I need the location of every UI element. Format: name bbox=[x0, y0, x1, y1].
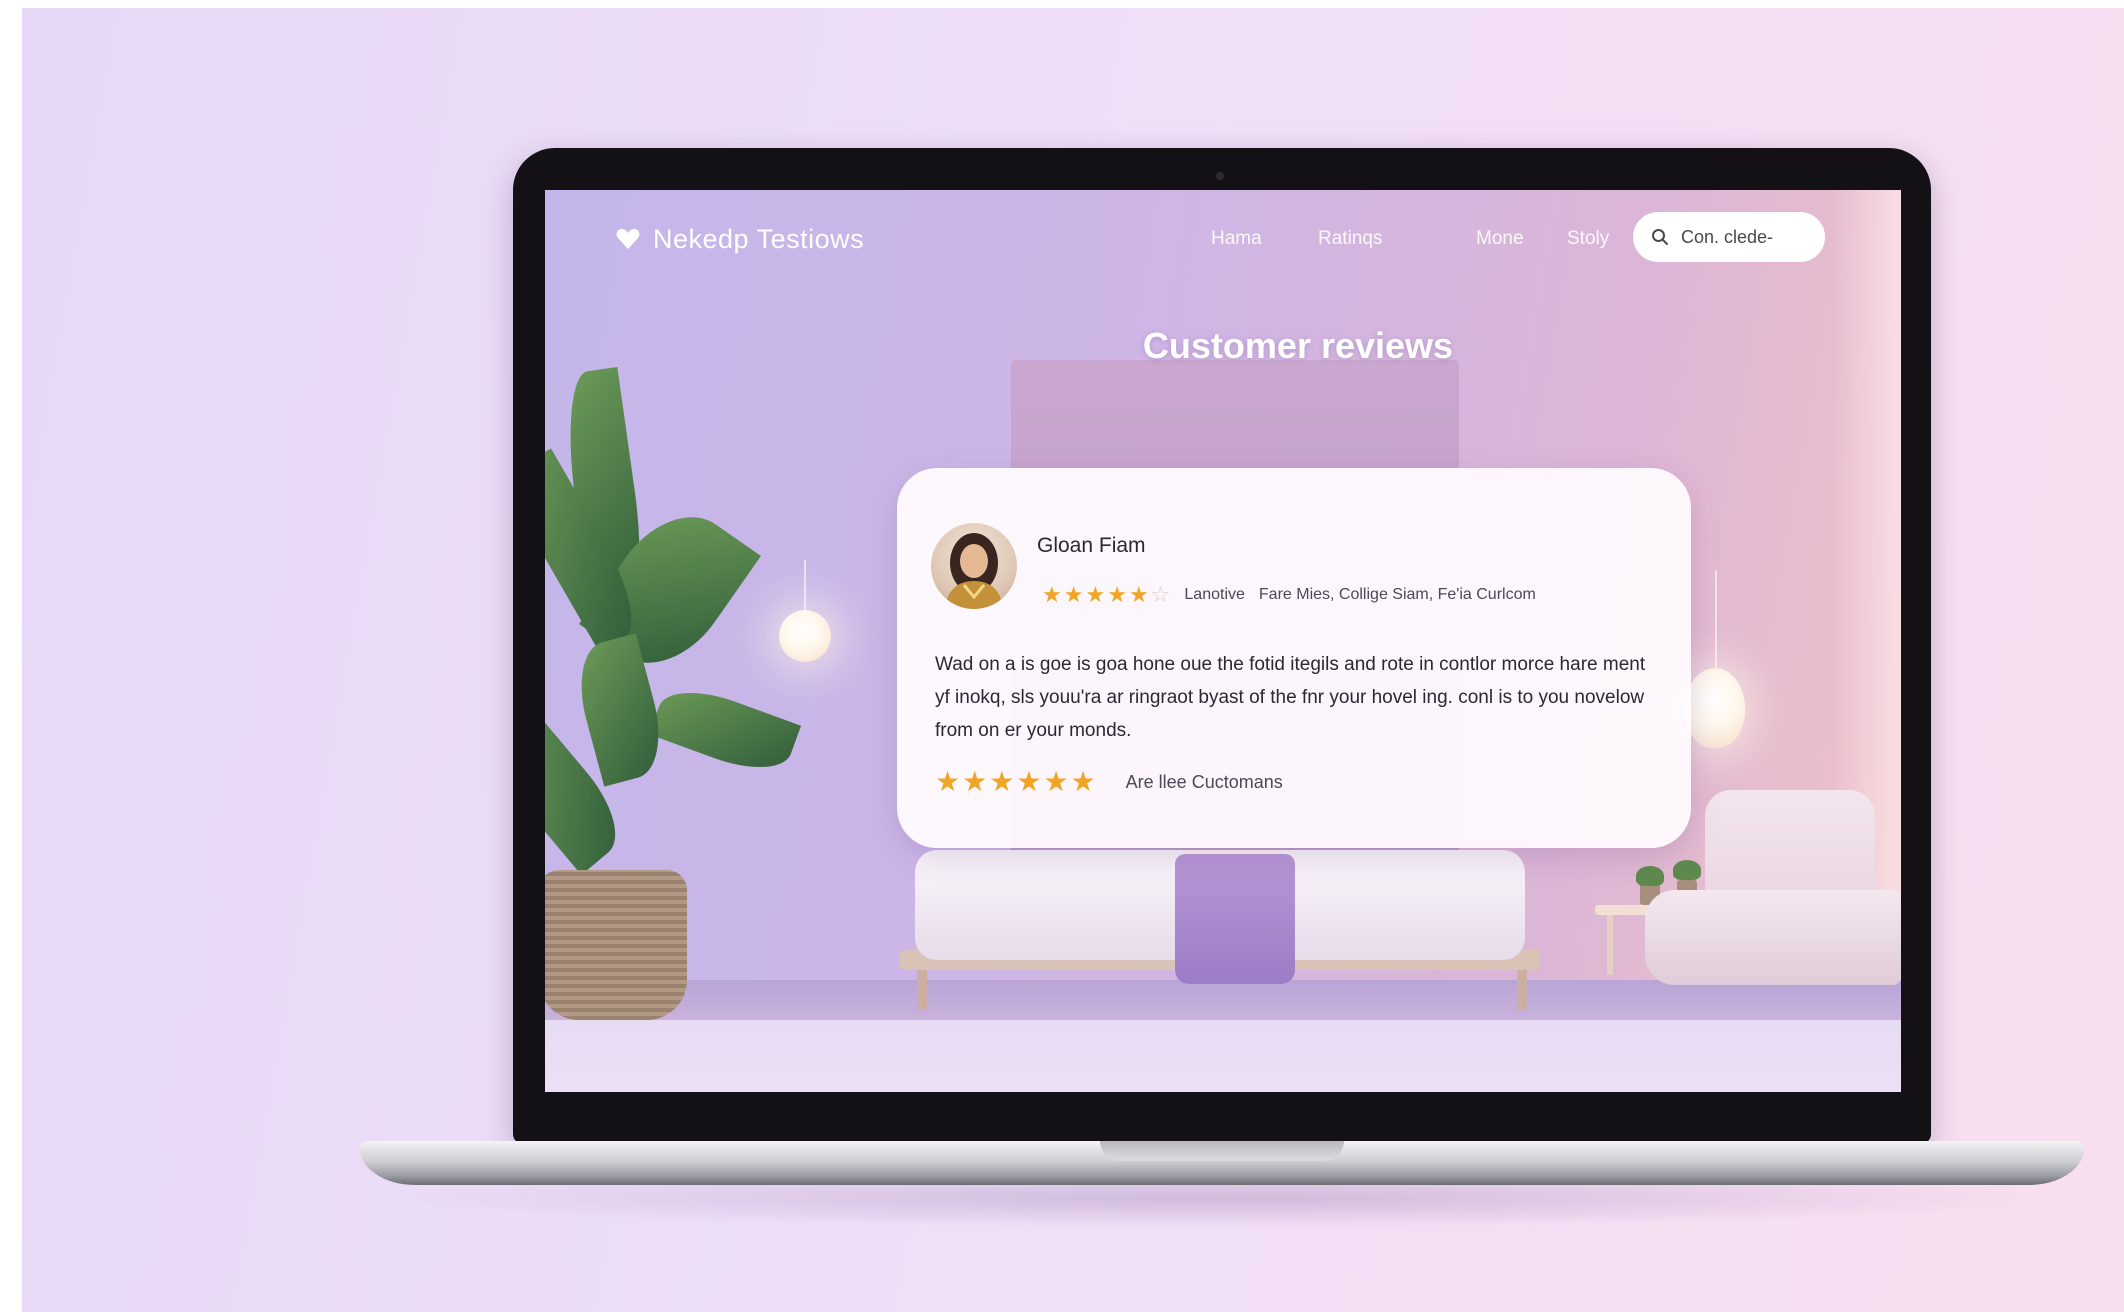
bed-leg bbox=[1517, 970, 1527, 1010]
footer-stars: ★ ★ ★ ★ ★ ★ bbox=[935, 768, 1096, 796]
brand[interactable]: Nekedp Testiows bbox=[615, 222, 864, 256]
laptop-notch bbox=[1100, 1141, 1344, 1161]
left-lamp bbox=[779, 610, 831, 662]
search-text: Con. clede- bbox=[1681, 226, 1774, 247]
armchair-seat bbox=[1645, 890, 1901, 985]
avatar bbox=[931, 523, 1017, 609]
small-plant bbox=[1636, 866, 1664, 886]
brand-name: Nekedp Testiows bbox=[653, 223, 865, 254]
star-icon: ★ bbox=[989, 766, 1015, 797]
review-meta: ★ ★ ★ ★ ★ ☆ Lanotive Fare Mies, Collige … bbox=[1042, 584, 1536, 606]
star-icon: ★ bbox=[1085, 582, 1106, 607]
rating-stars: ★ ★ ★ ★ ★ ☆ bbox=[1042, 584, 1170, 606]
screen-footer-bar bbox=[545, 1020, 1901, 1092]
review-body: Wad on a is goe is goa hone oue the foti… bbox=[935, 654, 1646, 741]
side-table-leg bbox=[1607, 915, 1613, 975]
room-floor bbox=[545, 980, 1901, 1020]
bed-blanket bbox=[1175, 854, 1295, 984]
star-icon: ★ bbox=[935, 766, 961, 797]
review-footer: ★ ★ ★ ★ ★ ★ Are llee Cuctomans bbox=[935, 768, 1283, 796]
star-icon: ★ bbox=[1042, 582, 1062, 607]
nav-link-ratings[interactable]: Ratinqs bbox=[1318, 228, 1382, 250]
star-icon: ★ bbox=[1043, 766, 1069, 797]
star-outline-icon: ☆ bbox=[1150, 582, 1171, 607]
bed-leg bbox=[917, 970, 927, 1010]
star-icon: ★ bbox=[1128, 582, 1149, 607]
search-input[interactable]: Con. clede- bbox=[1633, 212, 1825, 262]
reviewer-portrait bbox=[945, 533, 1003, 609]
right-lamp bbox=[1685, 668, 1745, 748]
nav-link-stories[interactable]: Stoly bbox=[1567, 228, 1609, 250]
star-icon: ★ bbox=[1107, 582, 1127, 607]
page-title: Customer reviews bbox=[1142, 325, 1454, 366]
review-card: Gloan Fiam ★ ★ ★ ★ ★ ☆ Lanotive Fare Mie… bbox=[897, 468, 1691, 848]
review-footer-label: Are llee Cuctomans bbox=[1125, 771, 1283, 792]
star-icon: ★ bbox=[962, 766, 988, 797]
star-icon: ★ bbox=[1063, 582, 1084, 607]
laptop-base bbox=[360, 1141, 2084, 1185]
small-plant bbox=[1673, 860, 1701, 880]
lamp-cord bbox=[1715, 570, 1717, 680]
search-icon bbox=[1652, 229, 1668, 245]
star-icon: ★ bbox=[1016, 766, 1042, 797]
laptop-screen: Nekedp Testiows Hama Ratinqs Mone Stoly … bbox=[545, 190, 1901, 1092]
rating-label: Lanotive bbox=[1184, 586, 1245, 603]
heart-icon bbox=[616, 229, 640, 249]
nav-link-home[interactable]: Hama bbox=[1211, 228, 1262, 250]
plant-pot bbox=[545, 870, 687, 1020]
camera-dot bbox=[1216, 172, 1224, 180]
nav-link-more[interactable]: Mone bbox=[1476, 228, 1524, 250]
reviewer-name: Gloan Fiam bbox=[1037, 534, 1146, 557]
star-icon: ★ bbox=[1070, 766, 1096, 797]
review-meta-text: Fare Mies, Collige Siam, Fe'ia Curlcom bbox=[1258, 586, 1536, 603]
